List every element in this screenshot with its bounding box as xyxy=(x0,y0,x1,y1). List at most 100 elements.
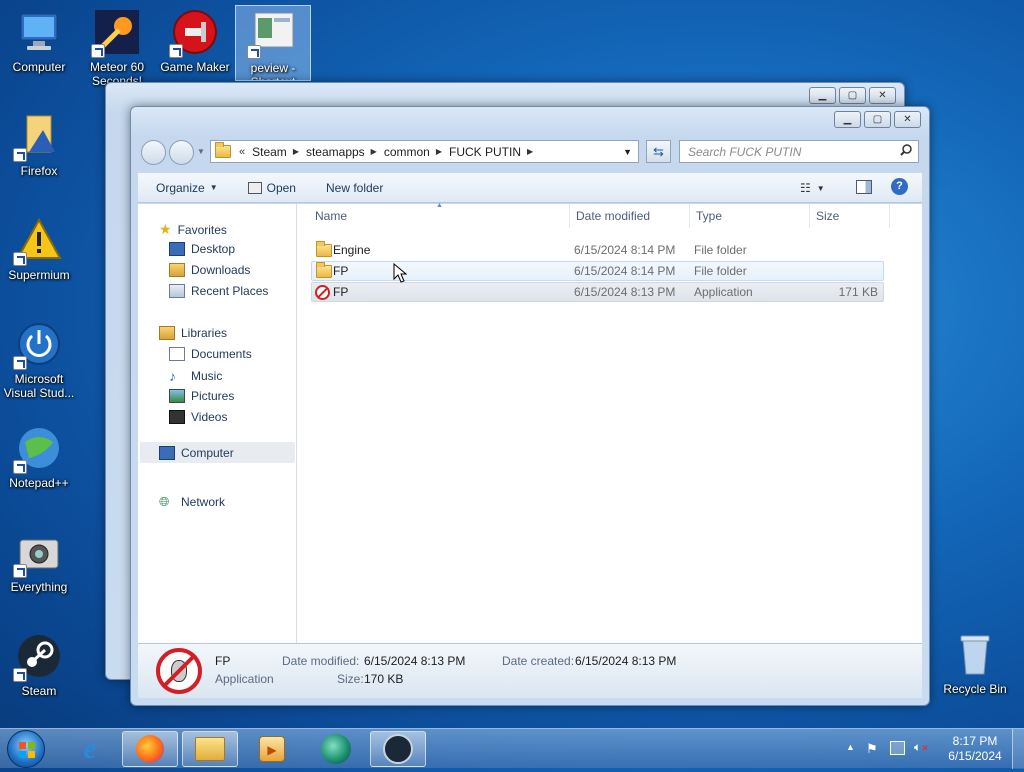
shortcut-arrow-icon xyxy=(13,148,27,162)
nav-label: Recent Places xyxy=(191,284,269,298)
shortcut-arrow-icon xyxy=(247,45,261,59)
column-header-date[interactable]: Date modified xyxy=(570,204,690,228)
taskbar-media-player[interactable]: ▶ xyxy=(244,731,300,767)
file-list: ▲ Name Date modified Type Size Engine 6/… xyxy=(297,202,922,643)
search-placeholder: Search FUCK PUTIN xyxy=(688,144,802,159)
clock[interactable]: 8:17 PM 6/15/2024 xyxy=(940,734,1010,764)
taskbar-firefox[interactable] xyxy=(122,731,178,767)
desktop-icon-notepadpp[interactable]: Notepad++ xyxy=(3,424,75,490)
close-button[interactable]: ✕ xyxy=(894,111,921,128)
recent-pages-dropdown[interactable]: ▼ xyxy=(197,147,205,156)
file-name: FP xyxy=(333,285,349,299)
refresh-button[interactable]: ⇆ xyxy=(646,140,671,163)
breadcrumb-steam[interactable]: Steam xyxy=(252,145,287,159)
desktop-icon-label: Microsoft Visual Stud... xyxy=(3,372,75,400)
file-row[interactable]: Engine 6/15/2024 8:14 PM File folder xyxy=(311,240,884,260)
minimize-button[interactable]: ▁ xyxy=(834,111,861,128)
organize-menu[interactable]: Organize ▼ xyxy=(156,181,218,195)
search-input[interactable]: Search FUCK PUTIN xyxy=(679,140,919,163)
details-type: Application xyxy=(215,672,274,686)
desktop-icon-steam[interactable]: Steam xyxy=(3,632,75,698)
nav-documents[interactable]: Documents xyxy=(169,347,252,361)
media-player-icon: ▶ xyxy=(259,736,285,762)
breadcrumb-arrow-icon[interactable]: ▶ xyxy=(371,147,377,156)
new-folder-button[interactable]: New folder xyxy=(326,181,383,195)
computer-icon xyxy=(159,445,175,460)
preview-pane-button[interactable] xyxy=(856,180,872,194)
desktop-icon-computer[interactable]: Computer xyxy=(3,8,75,74)
breadcrumb-arrow-icon[interactable]: ▶ xyxy=(293,147,299,156)
documents-icon xyxy=(169,347,185,361)
explorer-window[interactable]: ▁ ▢ ✕ ▼ « Steam ▶ steamapps ▶ common ▶ F… xyxy=(130,106,930,706)
nav-desktop[interactable]: Desktop xyxy=(169,242,235,256)
clock-time: 8:17 PM xyxy=(952,734,998,748)
start-button[interactable] xyxy=(7,730,45,768)
desktop-icon-peview[interactable]: peview - Shortcut xyxy=(235,5,311,81)
nav-favorites[interactable]: ★ Favorites xyxy=(159,221,227,238)
open-button[interactable]: Open xyxy=(247,181,296,195)
help-button[interactable]: ? xyxy=(891,178,908,195)
breadcrumb-steamapps[interactable]: steamapps xyxy=(306,145,365,159)
folder-icon xyxy=(195,737,225,761)
back-button[interactable] xyxy=(141,140,166,165)
taskbar-app[interactable] xyxy=(308,731,364,767)
nav-recent-places[interactable]: Recent Places xyxy=(169,284,268,298)
desktop-icon-firefox[interactable]: Firefox xyxy=(3,112,75,178)
chevron-down-icon: ▼ xyxy=(816,183,825,193)
maximize-button[interactable]: ▢ xyxy=(839,87,866,104)
desktop-icon-visual-studio[interactable]: Microsoft Visual Stud... xyxy=(3,320,75,400)
file-name: Engine xyxy=(333,243,371,257)
warning-icon xyxy=(13,216,63,266)
show-desktop-button[interactable] xyxy=(1012,729,1024,769)
window-controls: ▁ ▢ ✕ xyxy=(809,87,896,104)
nav-music[interactable]: ♪ Music xyxy=(169,368,222,384)
desktop-icon-meteor[interactable]: Meteor 60 Seconds! xyxy=(81,8,153,88)
libraries-icon xyxy=(159,326,175,340)
show-hidden-icons-button[interactable]: ▲ xyxy=(846,742,855,752)
view-options-button[interactable]: ☷ ▼ xyxy=(800,181,825,195)
desktop-icon-game-maker[interactable]: Game Maker xyxy=(159,8,231,74)
maximize-button[interactable]: ▢ xyxy=(864,111,891,128)
window-controls: ▁ ▢ ✕ xyxy=(834,111,921,128)
nav-downloads[interactable]: Downloads xyxy=(169,263,250,277)
notepadpp-icon xyxy=(13,424,63,474)
network-status-icon[interactable] xyxy=(890,741,905,755)
nav-videos[interactable]: Videos xyxy=(169,410,227,424)
organize-label: Organize xyxy=(156,180,205,195)
desktop-icon-label: Firefox xyxy=(20,164,58,178)
computer-icon xyxy=(15,8,63,56)
desktop-icon-recycle-bin[interactable]: Recycle Bin xyxy=(939,630,1011,696)
taskbar-steam[interactable] xyxy=(370,731,426,767)
file-type: Application xyxy=(694,285,753,299)
desktop-icon-supermium[interactable]: Supermium xyxy=(3,216,75,282)
forward-button[interactable] xyxy=(169,140,194,165)
breadcrumb-fuck-putin[interactable]: FUCK PUTIN xyxy=(449,145,521,159)
action-center-flag-icon[interactable]: ⚑ xyxy=(866,741,878,757)
firefox-icon xyxy=(136,735,164,763)
volume-muted-icon[interactable]: 🔈︎✕ xyxy=(914,740,929,755)
breadcrumb-arrow-icon[interactable]: ▶ xyxy=(436,147,442,156)
address-bar[interactable]: « Steam ▶ steamapps ▶ common ▶ FUCK PUTI… xyxy=(210,140,639,163)
column-header-size[interactable]: Size xyxy=(810,204,890,228)
desktop-icon-label: Computer xyxy=(12,60,66,74)
taskbar-internet-explorer[interactable]: e xyxy=(62,731,118,767)
nav-network[interactable]: 🌐︎ Network xyxy=(159,494,225,510)
breadcrumb-overflow-icon[interactable]: « xyxy=(239,146,245,158)
column-header-type[interactable]: Type xyxy=(690,204,810,228)
breadcrumb-arrow-icon[interactable]: ▶ xyxy=(527,147,533,156)
nav-label: Network xyxy=(181,495,226,509)
folder-icon xyxy=(316,240,332,257)
nav-computer[interactable]: Computer xyxy=(140,442,295,463)
address-dropdown-icon[interactable]: ▼ xyxy=(623,147,632,157)
nav-pictures[interactable]: Pictures xyxy=(169,389,234,403)
power-icon xyxy=(13,320,63,370)
desktop-icon-everything[interactable]: Everything xyxy=(3,528,75,594)
game-maker-icon xyxy=(169,8,219,58)
minimize-button[interactable]: ▁ xyxy=(809,87,836,104)
nav-libraries[interactable]: Libraries xyxy=(159,326,227,340)
taskbar-explorer[interactable] xyxy=(182,731,238,767)
file-size: 171 KB xyxy=(838,285,878,299)
column-header-name[interactable]: Name xyxy=(309,204,570,228)
breadcrumb-common[interactable]: common xyxy=(384,145,430,159)
close-button[interactable]: ✕ xyxy=(869,87,896,104)
